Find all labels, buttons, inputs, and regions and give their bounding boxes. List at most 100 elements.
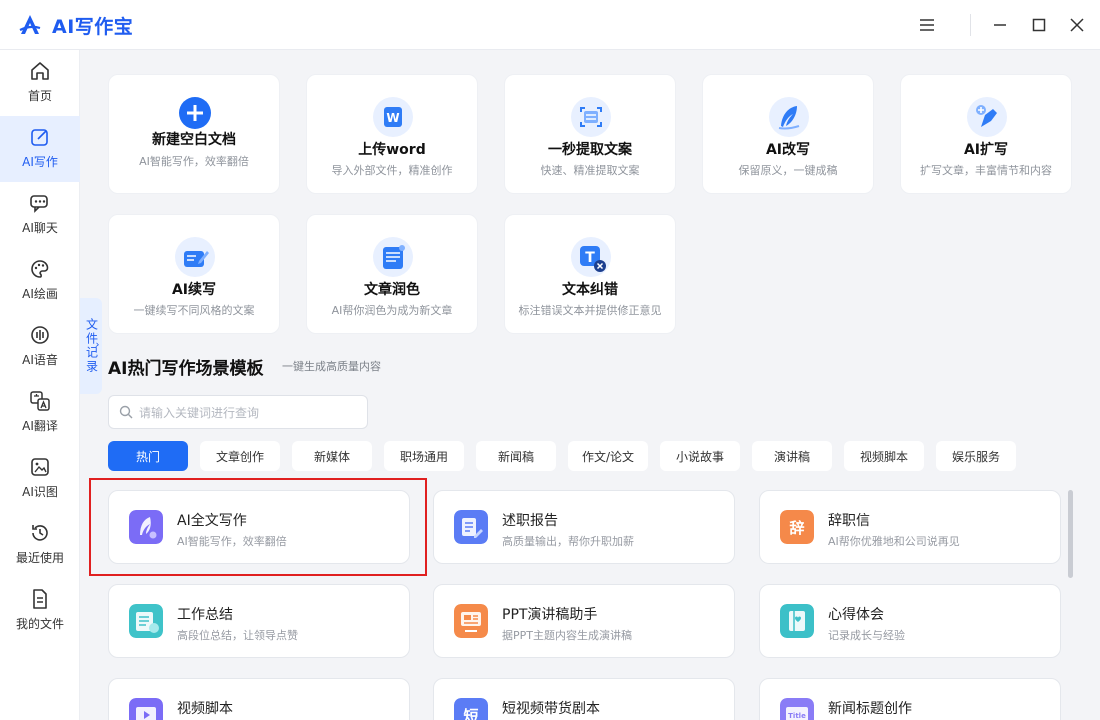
template-card-work-report[interactable]: 述职报告 高质量输出，帮你升职加薪	[433, 490, 735, 564]
section-subtitle: 一键生成高质量内容	[282, 360, 381, 373]
menu-icon[interactable]	[914, 12, 940, 38]
template-title: 新闻标题创作	[828, 701, 912, 717]
svg-text:T: T	[585, 250, 595, 266]
feature-card-polish[interactable]: 文章润色 AI帮你润色为成为新文章	[306, 214, 478, 334]
feature-desc: 快速、精准提取文案	[540, 164, 640, 177]
category-chip-speech[interactable]: 演讲稿	[752, 441, 832, 471]
feature-desc: 导入外部文件，精准创作	[331, 164, 453, 177]
chat-icon	[30, 195, 48, 213]
feature-card-ai-expand[interactable]: AI扩写 扩写文章，丰富情节和内容	[900, 74, 1072, 194]
feature-card-extract-text[interactable]: 一秒提取文案 快速、精准提取文案	[504, 74, 676, 194]
history-icon	[32, 525, 48, 541]
app-title: AI写作宝	[52, 16, 134, 38]
template-title: PPT演讲稿助手	[502, 607, 598, 623]
template-search[interactable]	[108, 395, 368, 429]
sidebar-item-label: AI语音	[22, 353, 58, 367]
template-card-resignation-letter[interactable]: 辞 辞职信 AI帮你优雅地和公司说再见	[759, 490, 1061, 564]
feature-title: 上传word	[358, 142, 426, 158]
feature-title: AI改写	[765, 142, 811, 158]
svg-text:W: W	[386, 111, 399, 125]
template-desc: 据PPT主题内容生成演讲稿	[502, 629, 632, 642]
sidebar-item-ai-painting[interactable]: AI绘画	[0, 248, 80, 314]
file-records-tab[interactable]: 文件记录 ›	[80, 298, 102, 394]
category-chip-workplace[interactable]: 职场通用	[384, 441, 464, 471]
image-icon	[31, 458, 49, 476]
category-chip-entertainment[interactable]: 娱乐服务	[936, 441, 1016, 471]
chevron-right-icon: ›	[95, 338, 100, 351]
sidebar-item-ai-writing[interactable]: AI写作	[0, 116, 80, 182]
category-chip-novel[interactable]: 小说故事	[660, 441, 740, 471]
sidebar-item-label: AI写作	[22, 155, 58, 169]
sidebar-item-label: 最近使用	[15, 551, 64, 565]
sidebar-item-ai-translate[interactable]: AI翻译	[0, 380, 80, 446]
svg-text:辞: 辞	[789, 519, 804, 537]
sidebar-item-label: 首页	[27, 89, 52, 103]
template-card-news-title[interactable]: Title 新闻标题创作	[759, 678, 1061, 720]
news-title-icon: Title	[780, 698, 814, 720]
app-logo-icon	[19, 15, 41, 34]
voice-icon	[31, 326, 49, 344]
feature-title: AI续写	[171, 282, 217, 298]
category-chip-hot[interactable]: 热门	[108, 441, 188, 471]
template-title: 工作总结	[177, 607, 233, 623]
feature-card-ai-continue[interactable]: AI续写 一键续写不同风格的文案	[108, 214, 280, 334]
sidebar-item-ai-chat[interactable]: AI聊天	[0, 182, 80, 248]
svg-text:短: 短	[463, 707, 478, 720]
short-video-icon: 短	[454, 698, 488, 720]
report-icon	[454, 510, 488, 544]
template-title: 视频脚本	[177, 701, 233, 717]
template-card-work-summary[interactable]: 工作总结 高段位总结，让领导点赞	[108, 584, 410, 658]
feature-title: 新建空白文档	[152, 132, 236, 148]
feature-card-ai-rewrite[interactable]: AI改写 保留原义，一键成稿	[702, 74, 874, 194]
sidebar: 首页 AI写作 AI聊天 AI绘画 AI语音 AI翻译 AI识图 最近使用 我的…	[0, 50, 80, 720]
template-title: 述职报告	[502, 513, 558, 529]
feature-desc: 保留原义，一键成稿	[738, 164, 838, 177]
template-card-short-video-script[interactable]: 短 短视频带货剧本	[433, 678, 735, 720]
category-chip-video-script[interactable]: 视频脚本	[844, 441, 924, 471]
video-script-icon	[129, 698, 163, 720]
template-title: 辞职信	[828, 513, 870, 529]
sidebar-item-ai-voice[interactable]: AI语音	[0, 314, 80, 380]
sidebar-item-label: AI绘画	[22, 287, 58, 301]
file-icon	[33, 589, 47, 609]
close-icon[interactable]	[1064, 12, 1090, 38]
text-correct-icon: T	[571, 237, 611, 277]
template-card-ppt-speech[interactable]: PPT演讲稿助手 据PPT主题内容生成演讲稿	[433, 584, 735, 658]
feature-title: 文章润色	[364, 282, 420, 298]
sidebar-item-recent[interactable]: 最近使用	[0, 512, 80, 578]
feature-desc: 标注错误文本并提供修正意见	[518, 304, 662, 317]
template-card-reflections[interactable]: 心得体会 记录成长与经验	[759, 584, 1061, 658]
home-icon	[31, 62, 49, 80]
sidebar-item-home[interactable]: 首页	[0, 50, 80, 116]
category-chip-essay[interactable]: 作文/论文	[568, 441, 648, 471]
sidebar-item-label: 我的文件	[15, 617, 64, 631]
svg-text:Title: Title	[788, 712, 806, 720]
feature-desc: AI帮你润色为成为新文章	[331, 304, 453, 317]
palette-icon	[31, 260, 49, 278]
feature-card-new-doc[interactable]: 新建空白文档 AI智能写作，效率翻倍	[108, 74, 280, 194]
title-bar: AI写作宝	[0, 0, 1100, 50]
template-card-video-script[interactable]: 视频脚本	[108, 678, 410, 720]
scrollbar-thumb[interactable]	[1068, 490, 1073, 578]
feature-title: AI扩写	[963, 142, 1009, 158]
polish-icon	[373, 237, 413, 277]
feature-card-text-correct[interactable]: T 文本纠错 标注错误文本并提供修正意见	[504, 214, 676, 334]
sidebar-item-my-files[interactable]: 我的文件	[0, 578, 80, 644]
highlight-box	[89, 478, 427, 576]
feature-card-upload-word[interactable]: W 上传word 导入外部文件，精准创作	[306, 74, 478, 194]
category-chip-press[interactable]: 新闻稿	[476, 441, 556, 471]
minimize-icon[interactable]	[987, 12, 1013, 38]
continue-write-icon	[175, 237, 215, 277]
section-title: AI热门写作场景模板	[108, 359, 264, 379]
maximize-icon[interactable]	[1026, 12, 1052, 38]
search-input[interactable]	[139, 402, 359, 424]
feature-desc: AI智能写作，效率翻倍	[139, 155, 249, 168]
feature-desc: 扩写文章，丰富情节和内容	[920, 164, 1052, 177]
sidebar-item-ai-image-recognition[interactable]: AI识图	[0, 446, 80, 512]
category-chip-article[interactable]: 文章创作	[200, 441, 280, 471]
template-desc: 记录成长与经验	[828, 629, 905, 642]
work-summary-icon	[129, 604, 163, 638]
sidebar-item-label: AI识图	[22, 485, 58, 499]
notebook-icon	[780, 604, 814, 638]
category-chip-new-media[interactable]: 新媒体	[292, 441, 372, 471]
